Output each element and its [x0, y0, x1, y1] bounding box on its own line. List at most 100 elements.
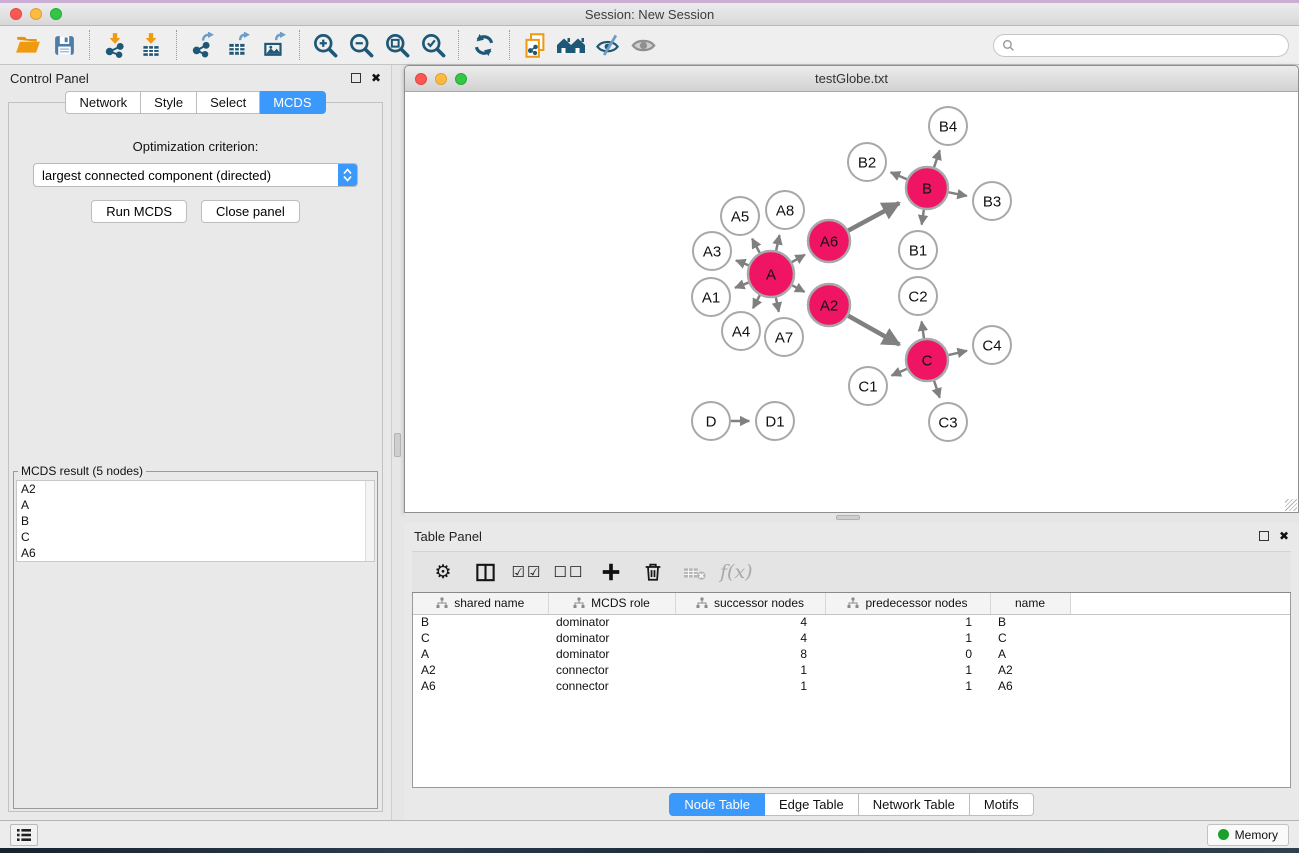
cell-successor-nodes[interactable]: 1 [675, 662, 825, 678]
mcds-result-item[interactable]: A2 [17, 481, 374, 497]
cell-shared-name[interactable]: A6 [413, 678, 548, 694]
tab-edge-table[interactable]: Edge Table [765, 793, 859, 816]
edge-A-A2[interactable] [792, 285, 804, 292]
network-window-titlebar[interactable]: testGlobe.txt [405, 66, 1298, 92]
edge-B-B4[interactable] [934, 150, 940, 167]
edge-B-B3[interactable] [949, 192, 967, 196]
cell-successor-nodes[interactable]: 8 [675, 646, 825, 662]
unselect-all-columns-button[interactable]: ☐☐ [552, 556, 586, 588]
edge-B-B2[interactable] [891, 172, 907, 179]
column-header-mcds-role[interactable]: MCDS role [548, 593, 675, 614]
cell-successor-nodes[interactable]: 4 [675, 614, 825, 630]
export-network-button[interactable] [184, 29, 220, 61]
edge-C-C3[interactable] [934, 381, 940, 398]
zoom-out-button[interactable] [343, 29, 379, 61]
cell-shared-name[interactable]: A2 [413, 662, 548, 678]
column-header-shared-name[interactable]: shared name [413, 593, 548, 614]
zoom-selected-button[interactable] [415, 29, 451, 61]
cell-predecessor-nodes[interactable]: 1 [825, 678, 990, 694]
network-graph[interactable]: AA1A2A3A4A5A6A7A8BB1B2B3B4CC1C2C3C4DD1 [405, 92, 1297, 512]
run-mcds-button[interactable]: Run MCDS [91, 200, 187, 223]
delete-column-button[interactable] [636, 556, 670, 588]
table-settings-button[interactable]: ⚙ [426, 556, 460, 588]
zoom-in-button[interactable] [307, 29, 343, 61]
tab-node-table[interactable]: Node Table [669, 793, 765, 816]
tab-motifs[interactable]: Motifs [970, 793, 1034, 816]
edge-A-A4[interactable] [753, 295, 760, 308]
close-panel-button[interactable]: Close panel [201, 200, 300, 223]
table-row[interactable]: Adominator80A [413, 646, 1290, 662]
new-network-from-selection-button[interactable] [517, 29, 553, 61]
cell-name[interactable]: C [990, 630, 1070, 646]
optimization-criterion-select[interactable]: largest connected component (directed) [33, 163, 358, 187]
import-network-button[interactable] [97, 29, 133, 61]
hide-selected-button[interactable] [589, 29, 625, 61]
mcds-result-item[interactable]: C [17, 529, 374, 545]
edge-A-A5[interactable] [752, 239, 760, 253]
tab-style[interactable]: Style [141, 91, 197, 114]
window-resize-grip[interactable] [1285, 499, 1297, 511]
tab-mcds[interactable]: MCDS [260, 91, 325, 114]
edge-A2-C[interactable] [848, 316, 899, 345]
divider-handle[interactable] [394, 433, 401, 457]
cell-mcds-role[interactable]: connector [548, 662, 675, 678]
cell-name[interactable]: A [990, 646, 1070, 662]
table-row[interactable]: Cdominator41C [413, 630, 1290, 646]
horizontal-split-divider[interactable] [404, 513, 1299, 523]
add-column-button[interactable] [594, 556, 628, 588]
cell-predecessor-nodes[interactable]: 0 [825, 646, 990, 662]
float-panel-icon[interactable] [351, 73, 361, 83]
search-input[interactable] [1020, 38, 1280, 52]
cell-shared-name[interactable]: B [413, 614, 548, 630]
delete-table-button[interactable] [678, 556, 712, 588]
edge-A-A3[interactable] [736, 260, 749, 265]
edge-C-C1[interactable] [892, 369, 907, 376]
show-all-button[interactable] [625, 29, 661, 61]
mcds-result-item[interactable]: B [17, 513, 374, 529]
vertical-split-divider[interactable] [392, 65, 404, 820]
export-table-button[interactable] [220, 29, 256, 61]
edge-A-A7[interactable] [776, 298, 779, 312]
cell-shared-name[interactable]: C [413, 630, 548, 646]
tab-select[interactable]: Select [197, 91, 260, 114]
table-row[interactable]: A6connector11A6 [413, 678, 1290, 694]
cell-name[interactable]: A6 [990, 678, 1070, 694]
table-row[interactable]: Bdominator41B [413, 614, 1290, 630]
zoom-fit-button[interactable] [379, 29, 415, 61]
select-all-columns-button[interactable]: ☑☑ [510, 556, 544, 588]
cell-predecessor-nodes[interactable]: 1 [825, 630, 990, 646]
tab-network[interactable]: Network [65, 91, 141, 114]
edge-C-C4[interactable] [948, 351, 966, 355]
edge-A6-B[interactable] [848, 203, 899, 231]
result-scrollbar[interactable] [365, 481, 374, 561]
mcds-result-list[interactable]: A2ABCA6 [16, 480, 375, 562]
close-panel-icon[interactable]: ✖ [371, 72, 381, 84]
cell-mcds-role[interactable]: dominator [548, 646, 675, 662]
table-row[interactable]: A2connector11A2 [413, 662, 1290, 678]
cell-successor-nodes[interactable]: 1 [675, 678, 825, 694]
memory-button[interactable]: Memory [1207, 824, 1289, 846]
cell-name[interactable]: B [990, 614, 1070, 630]
cell-predecessor-nodes[interactable]: 1 [825, 614, 990, 630]
apply-layout-button[interactable] [466, 29, 502, 61]
column-header-predecessor-nodes[interactable]: predecessor nodes [825, 593, 990, 614]
edge-A-A6[interactable] [792, 255, 805, 262]
save-session-button[interactable] [46, 29, 82, 61]
cell-mcds-role[interactable]: connector [548, 678, 675, 694]
float-table-panel-icon[interactable] [1259, 531, 1269, 541]
edge-A-A8[interactable] [776, 235, 779, 250]
cell-mcds-role[interactable]: dominator [548, 614, 675, 630]
edge-C-C2[interactable] [922, 321, 924, 338]
column-header-name[interactable]: name [990, 593, 1070, 614]
cell-name[interactable]: A2 [990, 662, 1070, 678]
network-canvas[interactable]: AA1A2A3A4A5A6A7A8BB1B2B3B4CC1C2C3C4DD1 [405, 92, 1298, 512]
export-image-button[interactable] [256, 29, 292, 61]
import-table-button[interactable] [133, 29, 169, 61]
divider-handle[interactable] [836, 515, 860, 520]
cell-successor-nodes[interactable]: 4 [675, 630, 825, 646]
show-panels-button[interactable] [10, 824, 38, 846]
first-neighbors-button[interactable] [553, 29, 589, 61]
mcds-result-item[interactable]: A6 [17, 545, 374, 561]
edge-A-A1[interactable] [735, 283, 749, 288]
close-table-panel-icon[interactable]: ✖ [1279, 530, 1289, 542]
